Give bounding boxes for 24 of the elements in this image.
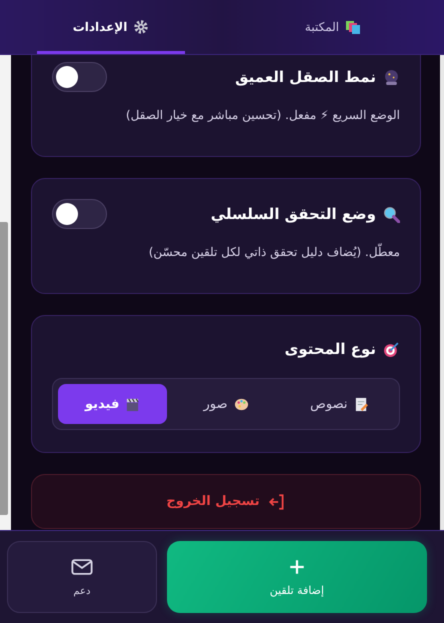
setting-description: الوضع السريع ⚡ مفعل. (تحسين مباشر مع خيار الصقل)	[124, 107, 400, 124]
setting-description: معطّل. (يُضاف دليل تحقق ذاتي لكل تلقين محسّن)	[148, 243, 400, 261]
envelope-icon	[70, 558, 93, 576]
magnifier-icon	[383, 206, 400, 222]
memo-icon	[354, 396, 368, 412]
palette-icon	[234, 396, 249, 412]
content-type-option[interactable]: فيديو	[58, 384, 168, 424]
books-icon	[345, 18, 362, 34]
content-type-option[interactable]: صور	[171, 384, 281, 424]
support-button[interactable]: دعم	[7, 541, 157, 613]
toggle-switch[interactable]	[52, 62, 107, 92]
content-type-option[interactable]: نصوص	[284, 384, 394, 424]
tab[interactable]: المكتبة	[259, 0, 407, 54]
scrollbar[interactable]	[0, 55, 11, 530]
target-icon	[383, 340, 400, 358]
crystal-ball-icon	[383, 68, 400, 86]
setting-title: وضع التحقق السلسلي	[210, 205, 376, 223]
logout-button[interactable]: تسجيل الخروج	[31, 474, 421, 529]
logout-icon	[268, 492, 286, 510]
clapperboard-icon	[125, 396, 140, 412]
section-title: نوع المحتوى	[284, 340, 376, 358]
toggle-switch[interactable]	[52, 199, 107, 229]
setting-title: نمط الصقل العميق	[235, 68, 376, 86]
gear-icon	[133, 18, 150, 34]
